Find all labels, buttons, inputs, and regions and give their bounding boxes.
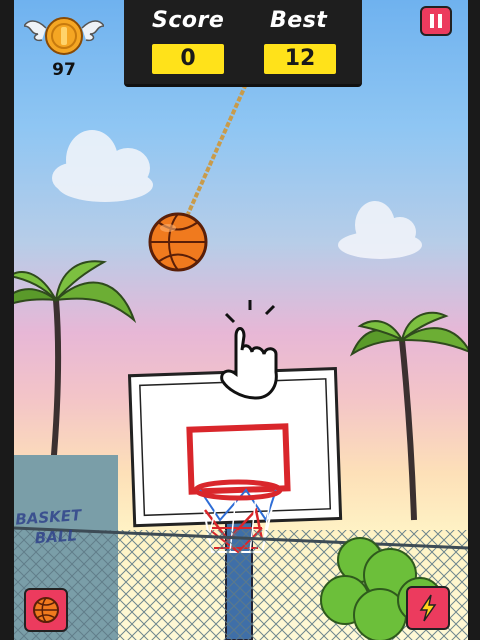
right-border bbox=[468, 0, 480, 640]
best-value: 12 bbox=[264, 44, 336, 74]
pause-button[interactable] bbox=[420, 6, 452, 36]
game-stage[interactable]: BASKET BALL 97 Score 0 Best 12 bbox=[0, 0, 480, 640]
left-border bbox=[0, 0, 14, 640]
palm-tree-right bbox=[349, 311, 473, 521]
tap-hand-icon bbox=[220, 300, 278, 400]
pause-icon bbox=[430, 14, 442, 28]
ball-select-button[interactable] bbox=[24, 588, 68, 632]
coin-count: 97 bbox=[52, 60, 76, 80]
graffiti-text: BASKET BALL bbox=[15, 502, 122, 549]
powerup-button[interactable] bbox=[406, 586, 450, 630]
lightning-icon bbox=[419, 594, 437, 622]
score-label: Score bbox=[152, 8, 225, 33]
winged-coin-icon bbox=[22, 17, 106, 55]
rope bbox=[186, 83, 248, 215]
cloud-right bbox=[338, 201, 422, 259]
coin-counter: 97 bbox=[22, 6, 106, 80]
basketball-icon bbox=[33, 597, 59, 623]
basketball[interactable] bbox=[148, 212, 208, 272]
score-value: 0 bbox=[152, 44, 224, 74]
cloud-left bbox=[52, 130, 153, 202]
scoreboard: Score 0 Best 12 bbox=[124, 0, 362, 87]
best-label: Best bbox=[270, 8, 328, 33]
